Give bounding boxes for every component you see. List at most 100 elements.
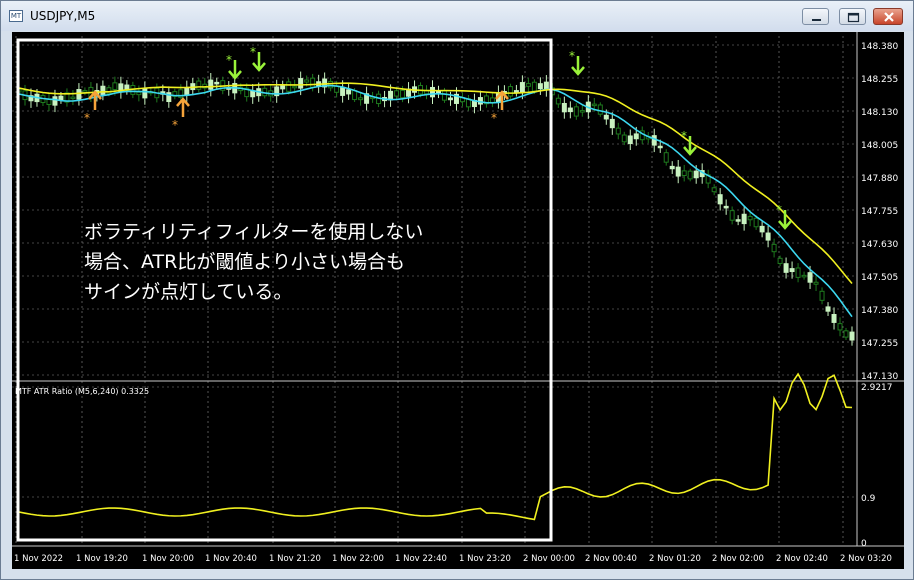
indicator-axis-bottom: 0 [861, 539, 867, 549]
candle-body [837, 323, 843, 331]
candle-body [669, 165, 675, 170]
candle-body [591, 103, 597, 107]
annotation-line-1: ボラティリティフィルターを使用しない [84, 221, 424, 243]
candle-body [280, 85, 286, 90]
candle-body [430, 86, 436, 98]
candle-body [771, 243, 777, 253]
candle-body [831, 314, 837, 323]
indicator-axis-top: 2.9217 [861, 383, 893, 393]
candle-body [513, 90, 519, 93]
candle-body [717, 194, 723, 205]
candle-body [82, 90, 88, 93]
candle-body [801, 274, 807, 278]
minimize-icon [812, 19, 821, 21]
time-axis-label: 1 Nov 19:20 [76, 554, 128, 564]
price-axis-label: 148.130 [861, 108, 898, 118]
candle-body [807, 272, 813, 283]
candle-body [651, 135, 657, 146]
candle-body [675, 166, 681, 177]
candle-body [813, 281, 819, 285]
candle-body [765, 232, 771, 241]
candle-body [723, 205, 729, 209]
candle-body [214, 81, 220, 85]
candle-body [208, 79, 214, 90]
candle-body [352, 89, 358, 101]
candle-body [663, 152, 669, 163]
time-axis-label: 1 Nov 20:00 [142, 554, 194, 564]
candle-body [507, 86, 513, 97]
mt4-chart-window: MT USDJPY,M5 148.380 148.255 148.130 148.00… [0, 0, 914, 580]
time-axis-label: 2 Nov 01:20 [649, 554, 701, 564]
signal-star-icon: * [569, 49, 575, 63]
candle-body [106, 87, 112, 95]
candle-body [753, 217, 759, 228]
candle-body [735, 219, 741, 222]
candle-body [328, 80, 334, 89]
signal-star-icon: * [250, 45, 256, 59]
candle-body [603, 114, 609, 120]
time-axis-label: 1 Nov 22:00 [332, 554, 384, 564]
candle-body [609, 118, 615, 129]
candle-body [70, 96, 76, 100]
candle-body [400, 89, 406, 99]
title-bar[interactable]: MT USDJPY,M5 [1, 1, 913, 31]
candle-body [196, 80, 202, 90]
candle-body [759, 225, 765, 233]
candle-body [567, 107, 573, 113]
candle-body [489, 97, 495, 103]
close-button[interactable] [873, 8, 903, 25]
price-axis-label: 148.005 [861, 141, 898, 151]
time-axis-label: 2 Nov 00:40 [585, 554, 637, 564]
candle-body [843, 330, 849, 338]
price-axis-label: 147.880 [861, 174, 898, 184]
candle-body [693, 170, 699, 179]
candle-body [76, 89, 82, 100]
maximize-icon [847, 12, 860, 23]
candle-body [849, 331, 855, 341]
candle-body [100, 85, 106, 95]
time-axis-label: 2 Nov 03:20 [840, 554, 892, 564]
candle-body [531, 81, 537, 92]
candle-body [142, 87, 148, 99]
candle-body [136, 91, 142, 96]
annotation-line-3: サインが点灯している。 [84, 281, 293, 303]
minimize-button[interactable] [802, 8, 829, 25]
time-axis-label: 1 Nov 20:40 [205, 554, 257, 564]
signal-star-icon: * [681, 129, 687, 143]
price-axis-label: 147.130 [861, 372, 898, 382]
candle-body [825, 306, 831, 312]
candle-body [441, 90, 447, 101]
time-axis-label: 1 Nov 23:20 [459, 554, 511, 564]
price-axis-label: 147.755 [861, 207, 898, 217]
indicator-label: MTF ATR Ratio (M5,6,240) 0.3325 [15, 387, 149, 396]
candle-body [819, 290, 825, 301]
chart-area[interactable]: 148.380 148.255 148.130 148.005 147.880 147.7… [12, 32, 904, 569]
signal-star-icon: * [491, 111, 497, 125]
candle-body [435, 91, 441, 94]
candle-body [112, 82, 118, 91]
candle-body [447, 97, 453, 101]
candle-body [573, 106, 579, 117]
price-axis-label: 147.380 [861, 306, 898, 316]
chart-window-icon: MT [9, 10, 23, 22]
candle-body [597, 104, 603, 115]
candle-body [525, 83, 531, 87]
candle-body [681, 170, 687, 176]
close-icon [884, 12, 894, 22]
indicator-axis-mid: 0.9 [861, 494, 876, 504]
candle-body [795, 267, 801, 278]
signal-star-icon: * [226, 53, 232, 67]
candle-body [747, 215, 753, 221]
candle-body [621, 134, 627, 143]
price-axis-label: 147.255 [861, 339, 898, 349]
candle-body [657, 145, 663, 149]
candle-body [711, 187, 717, 193]
time-axis-label: 2 Nov 02:40 [776, 554, 828, 564]
signal-star-icon: * [172, 118, 178, 132]
candle-body [298, 78, 304, 89]
candle-body [58, 95, 64, 101]
maximize-button[interactable] [839, 8, 866, 25]
candle-body [358, 97, 364, 101]
time-axis-label: 1 Nov 22:40 [395, 554, 447, 564]
candle-body [627, 135, 633, 145]
